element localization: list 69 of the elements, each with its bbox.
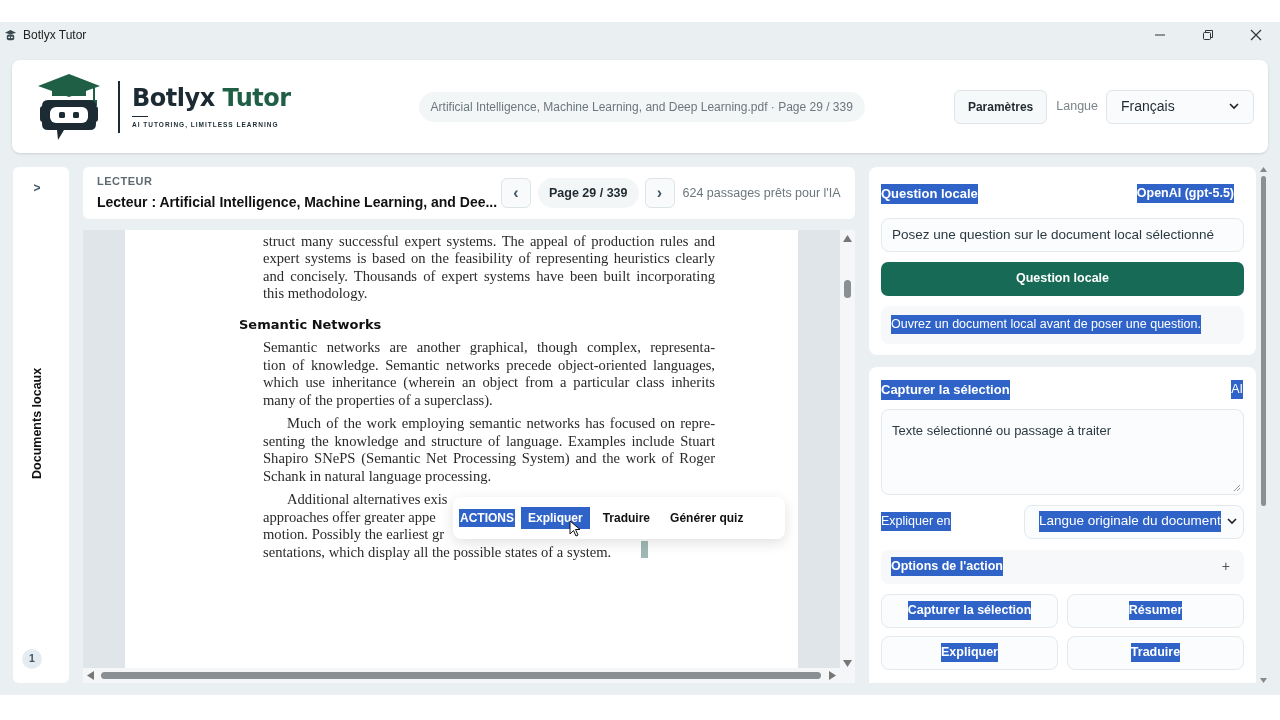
text-line: expert systems is based on the feasibility of representing heuristics clearly <box>263 250 715 268</box>
window-title: Botlyx Tutor <box>23 27 87 44</box>
text-line: Much of the work employing semantic networks has focused on repre- <box>286 415 715 433</box>
popup-action[interactable]: Expliquer <box>521 506 590 529</box>
page-indicator: Page 29 / 339 <box>538 177 639 208</box>
text-line: struct many successful expert systems. The appeal of production rules and <box>263 232 715 251</box>
text-line: sentations, which display all the possible states of a system. <box>263 543 612 562</box>
text-line: Shapiro SNePS (Semantic Net Processing System) and the work of Roger <box>263 450 715 468</box>
action-button[interactable]: Résumer <box>1067 593 1244 628</box>
panel-scrollbar[interactable] <box>1258 167 1268 683</box>
previous-page-button[interactable]: ‹ <box>501 177 531 208</box>
chevron-down-icon <box>1229 103 1239 110</box>
chevron-down-icon <box>1227 518 1237 525</box>
scroll-right-icon[interactable] <box>829 671 836 680</box>
language-select[interactable]: Français <box>1106 89 1254 124</box>
scroll-up-icon[interactable] <box>1259 167 1267 172</box>
card-title: Capturer la sélection <box>881 380 1010 400</box>
scroll-thumb[interactable] <box>1260 176 1266 506</box>
ai-label: AI <box>1231 380 1243 400</box>
popup-action[interactable]: Traduire <box>595 506 658 529</box>
section-heading: Semantic Networks <box>239 315 382 334</box>
close-icon[interactable] <box>1250 29 1262 41</box>
popup-title: ACTIONS <box>459 508 515 527</box>
notice-message: Ouvrez un document local avant de poser une question. <box>891 315 1201 334</box>
text-line: this methodology. <box>263 285 368 303</box>
explain-language-select[interactable]: Langue originale du document <box>1024 504 1244 539</box>
text-line: Semantic networks are another graphical, though complex, representa- <box>263 339 715 357</box>
text-line: motion. Possibly the earliest gr <box>263 526 445 544</box>
scroll-thumb[interactable] <box>844 279 851 298</box>
popup-action[interactable]: Générer quiz <box>663 506 751 529</box>
scroll-left-icon[interactable] <box>87 671 94 680</box>
next-page-button[interactable]: › <box>644 177 675 208</box>
text-line: approaches offer greater appe <box>263 508 436 527</box>
explain-label: Expliquer en <box>881 512 951 531</box>
provider-label: OpenAI (gpt-5.5) <box>1136 184 1234 204</box>
text-line: tion of knowledge. Semantic networks precede object-oriented languages, <box>263 356 715 375</box>
restore-icon[interactable] <box>1202 29 1214 41</box>
scroll-thumb[interactable] <box>101 672 821 679</box>
passages-count: 624 passages prêts pour l'IA <box>682 184 841 202</box>
action-button[interactable]: Capturer la sélection <box>881 593 1058 628</box>
document-chip: Artificial Intelligence, Machine Learning, and Deep Learning.pdf · Page 29 / 339 <box>418 91 865 122</box>
scroll-down-icon[interactable] <box>1259 678 1267 683</box>
text-line: which use inheritance (wherein an object from a particular class inherits <box>263 374 715 392</box>
reader-title: Lecteur : Artificial Intelligence, Machine Learning, and Dee... <box>97 192 499 212</box>
app-name: Botlyx Tutor <box>132 83 291 112</box>
settings-button[interactable]: Paramètres <box>953 89 1048 124</box>
text-line: senting the knowledge and structure of language. Examples include Stuart <box>263 432 715 451</box>
sidebar-toggle[interactable]: > <box>33 179 41 197</box>
question-field[interactable]: Posez une question sur le document local sélectionné <box>881 217 1244 252</box>
count-badge: 1 <box>22 649 42 669</box>
action-button[interactable]: Traduire <box>1067 635 1244 670</box>
card-title: Question locale <box>881 184 978 204</box>
text-line: Additional alternatives exis <box>286 491 448 509</box>
app-icon <box>4 28 17 42</box>
language-label: Langue <box>1056 98 1098 116</box>
action-button[interactable]: Expliquer <box>881 635 1058 670</box>
text-line: and concisely. Thousands of expert systems have been built incorporating <box>263 267 715 286</box>
sidebar-title: Documents locaux <box>29 367 46 479</box>
options-row[interactable]: Options de l'action + <box>881 549 1244 584</box>
scroll-up-icon[interactable] <box>843 234 852 242</box>
text-caret <box>641 540 648 558</box>
text-line: Schank in natural language processing. <box>263 467 492 486</box>
text-line: many of the properties of a superclass). <box>263 391 493 410</box>
resize-grip-icon[interactable] <box>1233 483 1240 491</box>
submit-button[interactable]: Question locale <box>881 261 1244 296</box>
vertical-scrollbar[interactable] <box>840 229 855 670</box>
selection-textarea[interactable]: Texte sélectionné ou passage à traiter <box>881 408 1244 495</box>
horizontal-scrollbar[interactable] <box>83 668 855 683</box>
section-label: LECTEUR <box>97 174 154 190</box>
